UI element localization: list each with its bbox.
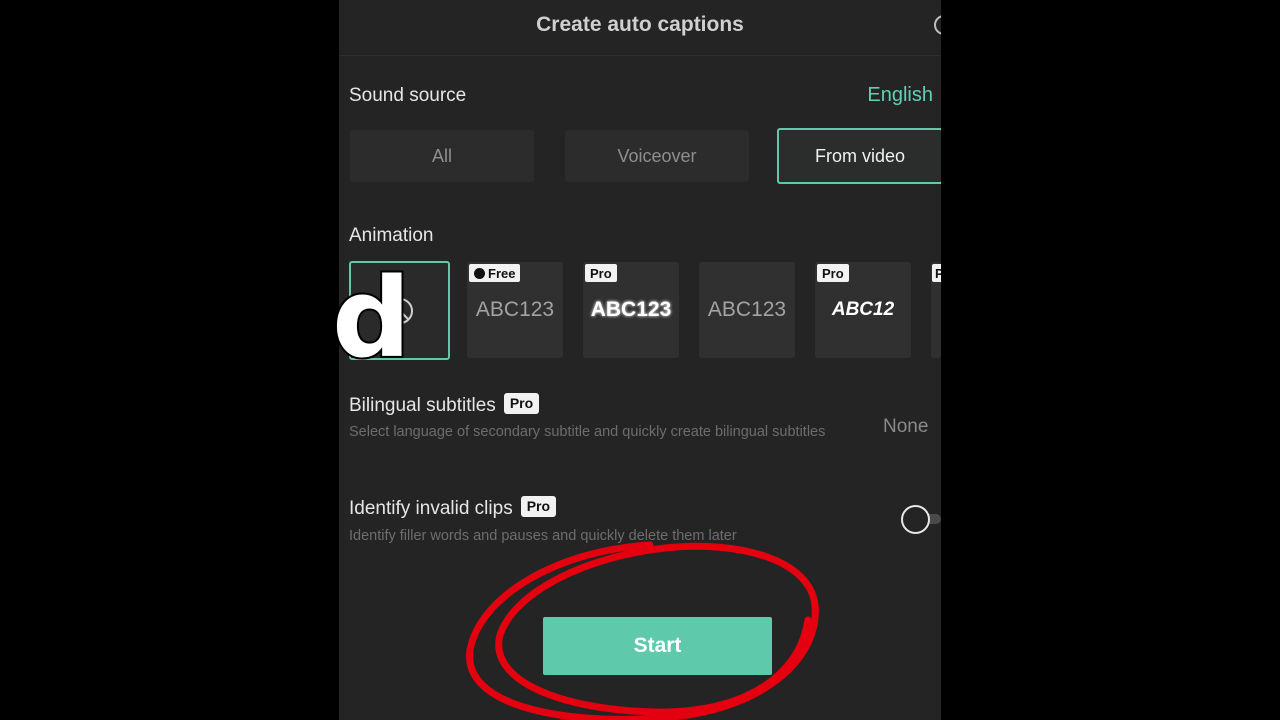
caption-panel: Create auto captions Sound source Englis… <box>339 0 941 720</box>
animation-tile-2[interactable]: Pro ABC123 <box>583 262 679 358</box>
video-overlay-letter: d <box>330 254 413 382</box>
sound-source-from-video[interactable]: From video <box>777 128 941 184</box>
panel-header: Create auto captions <box>339 0 941 56</box>
bilingual-subtitles-label: Bilingual subtitles Pro <box>349 393 540 417</box>
free-badge: Free <box>469 264 521 282</box>
language-selector[interactable]: English <box>867 84 933 107</box>
pro-badge: P <box>932 264 941 282</box>
pro-badge: Pro <box>520 496 557 518</box>
animation-label: Animation <box>349 225 434 246</box>
animation-preview-text: ABC123 <box>475 298 555 321</box>
animation-tile-5[interactable]: P <box>931 262 941 358</box>
bilingual-language-value[interactable]: None <box>883 416 928 438</box>
invalid-clips-toggle[interactable] <box>901 505 930 534</box>
panel-title: Create auto captions <box>536 13 744 36</box>
animation-preview-text: ABC123 <box>707 298 787 321</box>
sound-source-voiceover[interactable]: Voiceover <box>565 130 749 182</box>
animation-preview-text: ABC123 <box>590 298 672 321</box>
animation-tile-3[interactable]: ABC123 <box>699 262 795 358</box>
animation-preview-text: ABC12 <box>831 299 895 320</box>
pro-badge: Pro <box>585 264 617 282</box>
sound-source-all[interactable]: All <box>350 130 534 182</box>
start-button[interactable]: Start <box>543 617 772 675</box>
animation-tile-1[interactable]: Free ABC123 <box>467 262 563 358</box>
identify-invalid-clips-label: Identify invalid clips Pro <box>349 496 557 520</box>
animation-tile-4[interactable]: Pro ABC12 <box>815 262 911 358</box>
pro-badge: Pro <box>503 393 540 415</box>
clock-icon <box>474 267 485 279</box>
identify-invalid-clips-description: Identify filler words and pauses and qui… <box>349 528 737 544</box>
bilingual-subtitles-description: Select language of secondary subtitle an… <box>349 424 826 440</box>
sound-source-label: Sound source <box>349 85 467 106</box>
pro-badge: Pro <box>817 264 849 282</box>
